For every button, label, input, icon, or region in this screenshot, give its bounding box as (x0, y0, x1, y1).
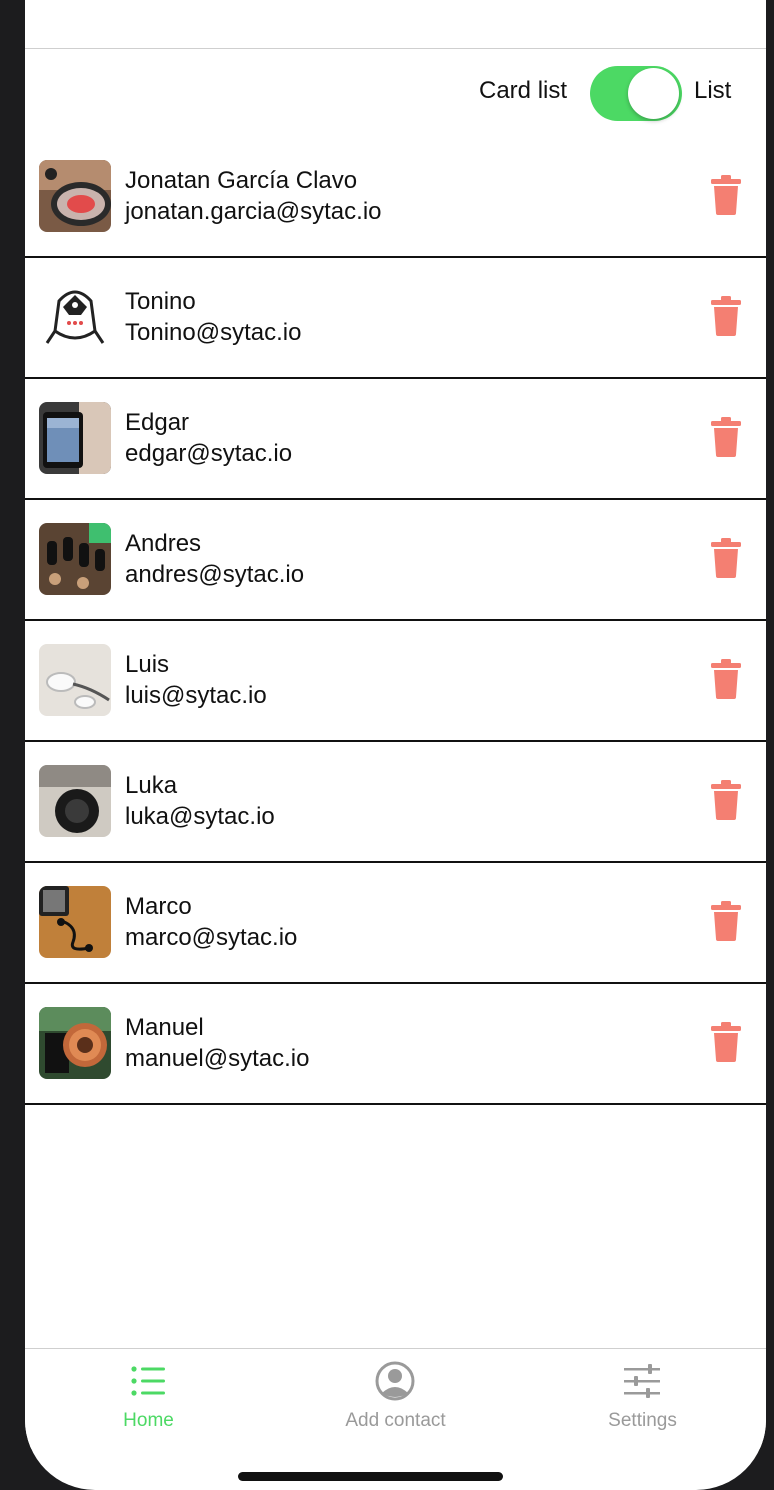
switch-knob (628, 68, 679, 119)
contact-row[interactable]: Marco marco@sytac.io (25, 863, 766, 984)
top-bar (25, 0, 766, 49)
contact-email: Tonino@sytac.io (125, 319, 302, 346)
trash-icon[interactable] (711, 1022, 741, 1062)
tab-label: Settings (608, 1410, 677, 1431)
tab-label: Add contact (345, 1410, 446, 1431)
home-indicator (238, 1472, 503, 1481)
tab-home[interactable]: Home (25, 1349, 272, 1449)
tab-bar: Home Add contact Settings (25, 1348, 766, 1449)
tab-label: Home (123, 1410, 174, 1431)
contact-email: andres@sytac.io (125, 561, 305, 588)
trash-icon[interactable] (711, 417, 741, 457)
trash-icon[interactable] (711, 659, 741, 699)
contact-email: jonatan.garcia@sytac.io (125, 198, 382, 225)
trash-icon[interactable] (711, 296, 741, 336)
contact-email: edgar@sytac.io (125, 440, 293, 467)
tab-settings[interactable]: Settings (519, 1349, 766, 1449)
contact-row[interactable]: Jonatan García Clavo jonatan.garcia@syta… (25, 137, 766, 258)
view-toggle-row: Card list List (25, 49, 766, 137)
trash-icon[interactable] (711, 538, 741, 578)
contact-email: luka@sytac.io (125, 803, 275, 830)
contact-row[interactable]: Edgar edgar@sytac.io (25, 379, 766, 500)
avatar (39, 523, 111, 595)
contact-row[interactable]: Luka luka@sytac.io (25, 742, 766, 863)
contact-name: Jonatan García Clavo (125, 167, 358, 194)
contact-name: Manuel (125, 1014, 204, 1041)
list-label: List (694, 77, 732, 104)
user-circle-icon (375, 1361, 415, 1401)
contact-row[interactable]: Andres andres@sytac.io (25, 500, 766, 621)
contact-name: Edgar (125, 409, 190, 436)
trash-icon[interactable] (711, 175, 741, 215)
contact-name: Marco (125, 893, 192, 920)
contact-name: Luis (125, 651, 170, 678)
contact-row[interactable]: Tonino Tonino@sytac.io (25, 258, 766, 379)
avatar (39, 281, 111, 353)
contact-name: Tonino (125, 288, 196, 315)
contact-list: Jonatan García Clavo jonatan.garcia@syta… (25, 137, 766, 1105)
contact-email: luis@sytac.io (125, 682, 267, 709)
avatar (39, 402, 111, 474)
card-list-label: Card list (479, 77, 568, 104)
avatar (39, 160, 111, 232)
trash-icon[interactable] (711, 780, 741, 820)
avatar (39, 1007, 111, 1079)
contact-email: manuel@sytac.io (125, 1045, 310, 1072)
contact-email: marco@sytac.io (125, 924, 298, 951)
avatar (39, 765, 111, 837)
trash-icon[interactable] (711, 901, 741, 941)
sliders-icon (624, 1364, 660, 1398)
avatar (39, 644, 111, 716)
contact-row[interactable]: Luis luis@sytac.io (25, 621, 766, 742)
view-mode-switch[interactable] (590, 66, 682, 121)
avatar (39, 886, 111, 958)
contact-name: Andres (125, 530, 202, 557)
contact-row[interactable]: Manuel manuel@sytac.io (25, 984, 766, 1105)
list-icon (131, 1366, 165, 1396)
tab-add-contact[interactable]: Add contact (272, 1349, 519, 1449)
app-screen: Card list List Jonatan García Clavo jona… (25, 0, 766, 1490)
contact-name: Luka (125, 772, 178, 799)
